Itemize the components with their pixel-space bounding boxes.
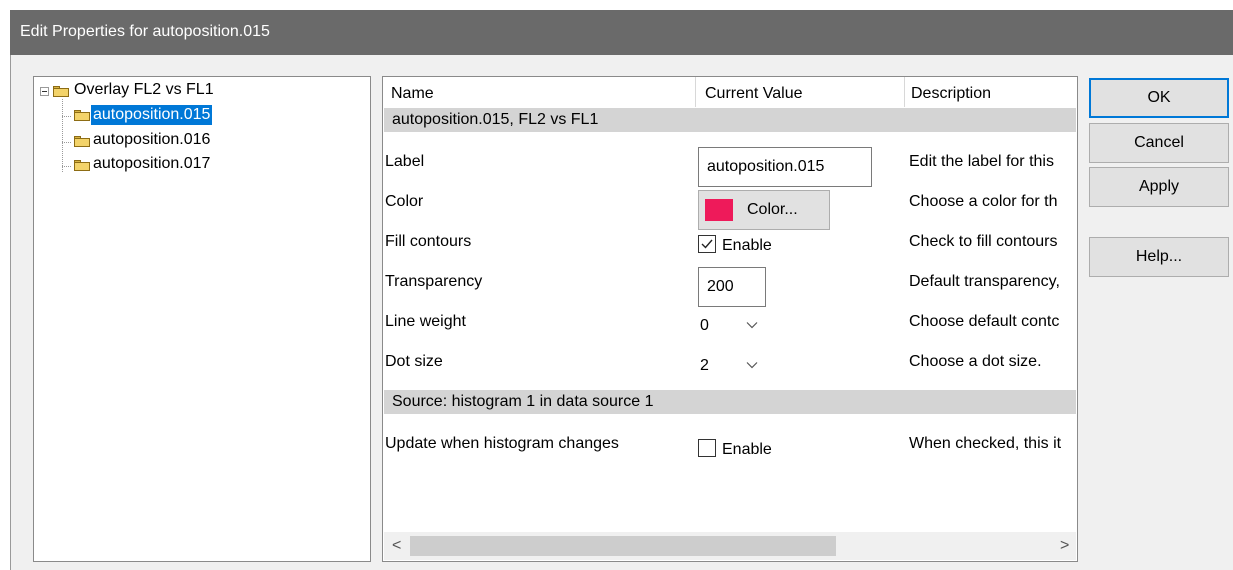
section-header-source: Source: histogram 1 in data source 1 [384, 390, 1076, 414]
transparency-input[interactable]: 200 [698, 267, 766, 307]
line-weight-value: 0 [700, 317, 709, 334]
apply-button[interactable]: Apply [1089, 167, 1229, 207]
fill-contours-checkbox[interactable] [698, 235, 716, 253]
window-border [10, 55, 11, 570]
property-update-name: Update when histogram changes [385, 435, 619, 452]
fill-contours-checkbox-label[interactable]: Enable [722, 237, 772, 255]
section-title: autoposition.015, FL2 vs FL1 [392, 111, 599, 128]
color-button-label: Color... [747, 201, 798, 218]
label-description: Edit the label for this [909, 153, 1054, 170]
tree-item-autoposition-017[interactable]: autoposition.017 [93, 154, 210, 174]
window-title: Edit Properties for autoposition.015 [20, 23, 270, 40]
property-transparency-name: Transparency [385, 273, 483, 290]
dot-size-description: Choose a dot size. [909, 353, 1042, 370]
checkmark-icon [701, 239, 713, 249]
folder-icon [53, 86, 69, 97]
property-color-name: Color [385, 193, 424, 210]
column-separator[interactable] [695, 77, 696, 107]
chevron-down-icon [746, 322, 758, 329]
folder-icon [74, 136, 90, 147]
horizontal-scrollbar[interactable]: < > [384, 532, 1076, 560]
property-dot-size-name: Dot size [385, 353, 443, 370]
tree-item-autoposition-015[interactable]: autoposition.015 [91, 105, 213, 125]
scroll-left-arrow-icon[interactable]: < [392, 537, 401, 555]
column-header-description[interactable]: Description [911, 85, 991, 103]
scrollbar-thumb[interactable] [410, 536, 836, 556]
color-button[interactable]: Color... [698, 190, 830, 230]
tree-connector [62, 142, 71, 143]
column-header-current-value[interactable]: Current Value [705, 85, 803, 103]
update-checkbox-label[interactable]: Enable [722, 441, 772, 459]
ok-button[interactable]: OK [1089, 78, 1229, 118]
help-button[interactable]: Help... [1089, 237, 1229, 277]
property-grid[interactable]: Name Current Value Description autoposit… [382, 76, 1078, 562]
cancel-button[interactable]: Cancel [1089, 123, 1229, 163]
tree-connector [62, 116, 71, 117]
line-weight-dropdown[interactable]: 0 [700, 317, 770, 341]
section-title: Source: histogram 1 in data source 1 [392, 393, 654, 410]
color-swatch [705, 199, 733, 221]
tree-item-autoposition-016[interactable]: autoposition.016 [93, 130, 210, 150]
dialog-window: Edit Properties for autoposition.015 Ove… [10, 10, 1233, 570]
tree-item-overlay[interactable]: Overlay FL2 vs FL1 [74, 80, 214, 100]
label-input[interactable]: autoposition.015 [698, 147, 872, 187]
fill-description: Check to fill contours [909, 233, 1058, 250]
color-description: Choose a color for th [909, 193, 1058, 210]
title-bar: Edit Properties for autoposition.015 [10, 10, 1233, 55]
update-checkbox[interactable] [698, 439, 716, 457]
property-line-weight-name: Line weight [385, 313, 466, 330]
property-label-name: Label [385, 153, 425, 170]
chevron-down-icon [746, 362, 758, 369]
line-weight-description: Choose default contc [909, 313, 1060, 330]
update-description: When checked, this it [909, 435, 1062, 452]
column-header-name[interactable]: Name [391, 85, 434, 103]
tree-connector [62, 99, 63, 172]
dot-size-dropdown[interactable]: 2 [700, 357, 770, 381]
tree-panel[interactable]: Overlay FL2 vs FL1 autoposition.015 auto… [33, 76, 371, 562]
transparency-description: Default transparency, [909, 273, 1060, 290]
tree-connector [62, 166, 71, 167]
dot-size-value: 2 [700, 357, 709, 374]
folder-icon [74, 110, 90, 121]
scroll-right-arrow-icon[interactable]: > [1060, 537, 1069, 555]
property-fill-name: Fill contours [385, 233, 472, 250]
folder-icon [74, 160, 90, 171]
collapse-toggle-icon[interactable] [40, 87, 49, 96]
column-separator[interactable] [904, 77, 905, 107]
section-header-object: autoposition.015, FL2 vs FL1 [384, 108, 1076, 132]
